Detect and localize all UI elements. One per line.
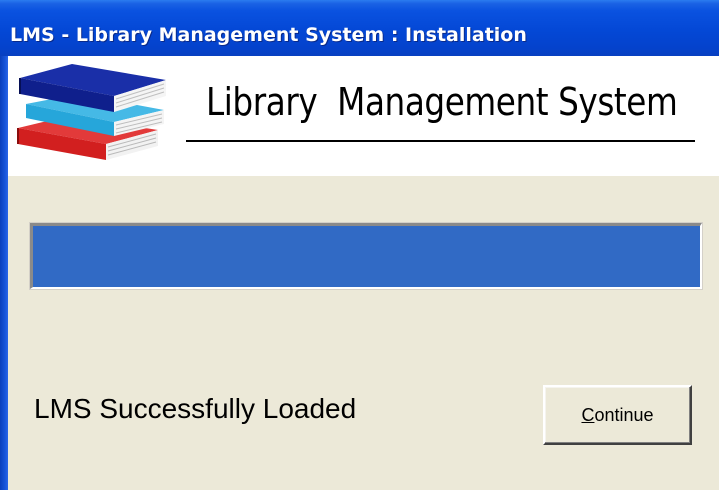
window-title: LMS - Library Management System : Instal… [10,24,527,46]
installation-window: LMS - Library Management System : Instal… [0,0,719,490]
continue-button-label: Continue [581,405,653,426]
books-stack-icon [17,64,166,160]
banner-underline [186,140,695,142]
progress-fill [33,226,700,287]
progress-bar [30,223,702,289]
banner-title: Library Management System [206,80,678,124]
title-bar[interactable]: LMS - Library Management System : Instal… [0,0,719,60]
continue-accelerator: C [581,404,595,425]
window-frame-left [0,56,8,490]
continue-label-rest: ontinue [594,404,654,425]
status-text: LMS Successfully Loaded [34,393,357,424]
continue-button[interactable]: Continue [543,385,692,445]
